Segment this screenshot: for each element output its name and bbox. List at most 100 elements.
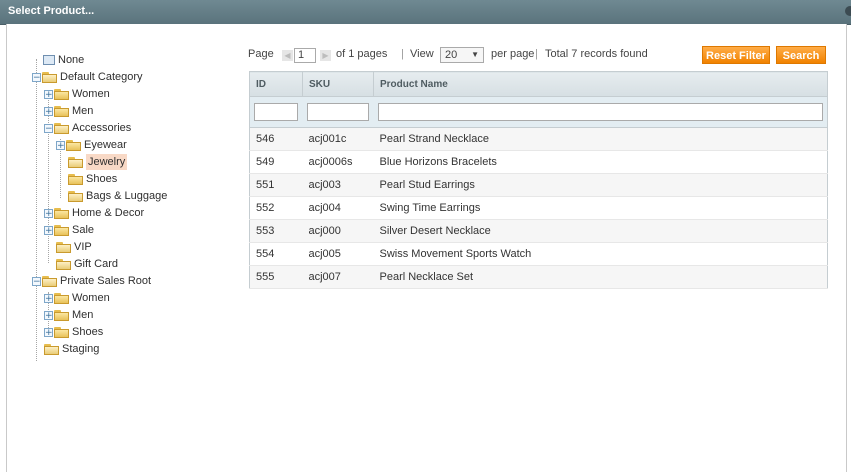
sku-filter-input[interactable] [306,103,369,121]
expand-icon[interactable]: + [44,89,53,99]
tree-label: Eyewear [84,139,127,151]
tree-node-shoes[interactable]: Shoes [68,171,117,187]
collapse-icon[interactable]: − [32,276,41,286]
table-row[interactable]: 549 acj0006s Blue Horizons Bracelets [249,150,828,174]
table-row[interactable]: 555 acj007 Pearl Necklace Set [249,265,828,289]
per-page-label: per page [491,48,535,60]
table-row[interactable]: 554 acj005 Swiss Movement Sports Watch [249,242,828,266]
cell-sku: acj003 [302,173,374,197]
table-row[interactable]: 551 acj003 Pearl Stud Earrings [249,173,828,197]
records-count: Total 7 records found [545,48,648,60]
folder-open-icon [68,190,83,202]
tree-label: Home & Decor [72,207,145,219]
tree-label: None [58,54,85,66]
expand-icon[interactable]: + [44,225,53,235]
cell-id: 549 [249,150,303,174]
table-row[interactable]: 546 acj001c Pearl Strand Necklace [249,127,828,151]
tree-label: Default Category [60,71,143,83]
view-label: View [410,48,434,60]
table-row[interactable]: 552 acj004 Swing Time Earrings [249,196,828,220]
column-header-id[interactable]: ID [249,71,303,97]
reset-filter-button[interactable]: Reset Filter [702,46,770,64]
tree-node-women[interactable]: + Women [44,86,110,102]
cell-product-name: Pearl Stud Earrings [373,173,828,197]
tree-label-selected: Jewelry [86,154,128,170]
tree-node-gift-card[interactable]: Gift Card [56,256,118,272]
folder-icon [54,105,69,117]
products-grid: ID SKU Product Name 546 acj001c Pearl St… [249,71,828,289]
tree-node-home-decor[interactable]: + Home & Decor [44,205,144,221]
cell-id: 555 [249,265,303,289]
tree-label: Men [72,309,94,321]
tree-node-eyewear[interactable]: + Eyewear [56,137,127,153]
tree-node-jewelry[interactable]: Jewelry [68,154,128,170]
collapse-icon[interactable]: − [32,72,41,82]
search-button[interactable]: Search [776,46,826,64]
tree-label: Bags & Luggage [86,190,168,202]
tree-node-vip[interactable]: VIP [56,239,92,255]
tree-node-default-category[interactable]: − Default Category [32,69,143,85]
tree-node-accessories[interactable]: − Accessories [44,120,131,136]
dialog-title: Select Product... [8,5,95,17]
pager-separator: | [401,48,404,60]
tree-label: Private Sales Root [60,275,152,287]
cell-sku: acj007 [302,265,374,289]
cell-id: 553 [249,219,303,243]
folder-open-icon [68,156,83,168]
root-icon [43,55,55,65]
folder-icon [54,207,69,219]
close-icon[interactable] [845,6,851,16]
tree-label: Women [72,292,110,304]
tree-node-bags-luggage[interactable]: Bags & Luggage [68,188,167,204]
folder-open-icon [42,71,57,83]
cell-id: 546 [249,127,303,151]
dialog-titlebar: Select Product... [0,0,851,25]
cell-sku: acj001c [302,127,374,151]
folder-open-icon [56,258,71,270]
cell-product-name: Pearl Strand Necklace [373,127,828,151]
collapse-icon[interactable]: − [44,123,53,133]
expand-icon[interactable]: + [44,327,53,337]
tree-node-men[interactable]: + Men [44,103,93,119]
expand-icon[interactable]: + [44,106,53,116]
tree-node-sale[interactable]: + Sale [44,222,94,238]
folder-open-icon [56,241,71,253]
page-count: of 1 pages [336,48,388,60]
tree-node-ps-women[interactable]: + Women [44,290,110,306]
tree-label: Sale [72,224,95,236]
expand-icon[interactable]: + [44,208,53,218]
expand-icon[interactable]: + [56,140,65,150]
column-header-sku[interactable]: SKU [302,71,374,97]
tree-node-private-sales-root[interactable]: − Private Sales Root [32,273,151,289]
next-page-icon[interactable]: ▶ [320,50,331,61]
per-page-select[interactable]: 20 ▼ [440,47,484,63]
tree-label: Shoes [72,326,104,338]
tree-node-ps-shoes[interactable]: + Shoes [44,324,103,340]
page-label: Page [248,48,274,60]
tree-node-staging[interactable]: Staging [44,341,99,357]
id-filter-input[interactable] [254,103,298,121]
tree-label: Gift Card [74,258,119,270]
folder-icon [54,292,69,304]
expand-icon[interactable]: + [44,293,53,303]
prev-page-icon[interactable]: ◀ [282,50,293,61]
grid-filter-row [249,96,828,128]
tree-label: Accessories [72,122,132,134]
grid-header-row: ID SKU Product Name [249,71,828,97]
cell-id: 552 [249,196,303,220]
cell-id: 554 [249,242,303,266]
page-input[interactable]: 1 [294,48,316,63]
folder-open-icon [54,122,69,134]
tree-node-none[interactable]: None [43,52,84,68]
column-header-product-name[interactable]: Product Name [373,71,828,97]
expand-icon[interactable]: + [44,310,53,320]
product-name-filter-input[interactable] [377,103,823,121]
cell-product-name: Swing Time Earrings [373,196,828,220]
tree-label: Shoes [86,173,118,185]
pager-separator: | [535,48,538,60]
tree-node-ps-men[interactable]: + Men [44,307,93,323]
table-row[interactable]: 553 acj000 Silver Desert Necklace [249,219,828,243]
cell-sku: acj000 [302,219,374,243]
cell-sku: acj0006s [302,150,374,174]
folder-icon [54,309,69,321]
